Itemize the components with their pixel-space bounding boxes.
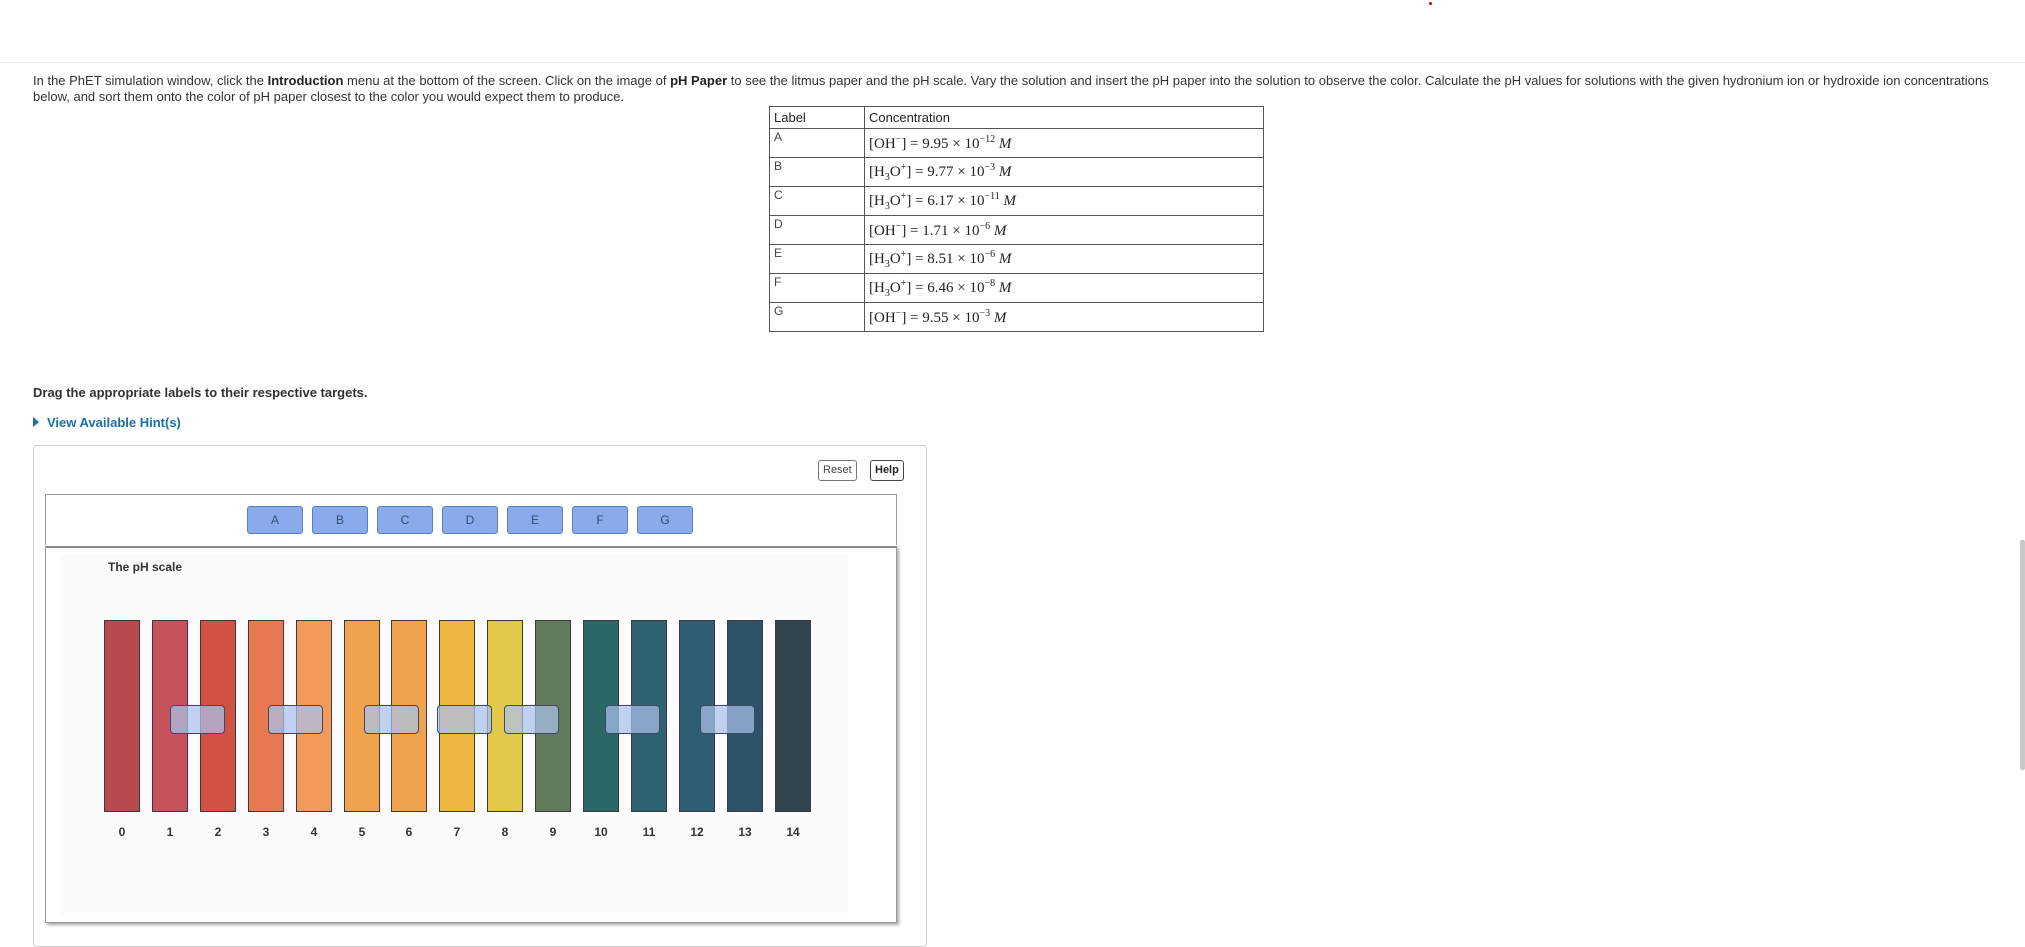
ph-tick-label: 6 (405, 825, 413, 839)
label-chip-e[interactable]: E (507, 506, 563, 534)
caret-right-icon (33, 417, 39, 427)
drop-target[interactable] (605, 705, 660, 734)
table-row: G [OH−] = 9.55 × 10−3 M (769, 302, 1264, 332)
table-row: B [H3O+] = 9.77 × 10−3 M (769, 157, 1264, 187)
ph-tick-label: 13 (738, 825, 752, 839)
label-chip-f[interactable]: F (572, 506, 628, 534)
view-hints-link[interactable]: View Available Hint(s) (33, 415, 181, 430)
label-chip-a[interactable]: A (247, 506, 303, 534)
page-scrollbar[interactable] (2020, 540, 2025, 770)
drop-target[interactable] (700, 705, 755, 734)
drop-target[interactable] (437, 705, 492, 734)
label-chip-d[interactable]: D (442, 506, 498, 534)
concentration-table: Label Concentration A [OH−] = 9.95 × 10−1… (769, 106, 1264, 332)
table-row: E [H3O+] = 8.51 × 10−6 M (769, 244, 1264, 274)
table-header-label: Label (769, 106, 865, 129)
hint-link-label: View Available Hint(s) (47, 415, 181, 430)
row-concentration: [H3O+] = 9.77 × 10−3 M (864, 157, 1264, 187)
reset-button[interactable]: Reset (818, 460, 857, 481)
ph-strip-14 (775, 620, 811, 812)
row-label: A (769, 128, 865, 158)
top-header-bar (0, 0, 2025, 63)
row-label: E (769, 244, 865, 274)
table-row: C [H3O+] = 6.17 × 10−11 M (769, 186, 1264, 216)
table-header-concentration: Concentration (864, 106, 1264, 129)
table-row: D [OH−] = 1.71 × 10−6 M (769, 215, 1264, 245)
ph-tick-label: 12 (690, 825, 704, 839)
status-dot (1429, 2, 1432, 5)
ph-tick-label: 11 (642, 825, 656, 839)
ph-scale-title: The pH scale (108, 560, 183, 574)
help-button[interactable]: Help (870, 460, 904, 481)
row-label: B (769, 157, 865, 187)
row-concentration: [H3O+] = 8.51 × 10−6 M (864, 244, 1264, 274)
row-concentration: [OH−] = 9.55 × 10−3 M (864, 302, 1264, 332)
row-concentration: [H3O+] = 6.46 × 10−8 M (864, 273, 1264, 303)
ph-tick-label: 2 (214, 825, 222, 839)
ph-tick-label: 0 (118, 825, 126, 839)
ph-tick-label: 4 (310, 825, 318, 839)
drop-target[interactable] (364, 705, 419, 734)
drop-target[interactable] (504, 705, 559, 734)
row-label: C (769, 186, 865, 216)
label-chip-c[interactable]: C (377, 506, 433, 534)
ph-tick-label: 5 (358, 825, 366, 839)
row-concentration: [OH−] = 1.71 × 10−6 M (864, 215, 1264, 245)
question-instructions: In the PhET simulation window, click the… (33, 73, 1989, 104)
drag-instructions: Drag the appropriate labels to their res… (33, 385, 368, 400)
drop-target[interactable] (170, 705, 225, 734)
ph-tick-label: 1 (166, 825, 174, 839)
row-label: D (769, 215, 865, 245)
ph-strip-0 (104, 620, 140, 812)
row-label: G (769, 302, 865, 332)
label-chip-g[interactable]: G (637, 506, 693, 534)
ph-tick-label: 8 (501, 825, 509, 839)
drop-target[interactable] (268, 705, 323, 734)
table-row: F [H3O+] = 6.46 × 10−8 M (769, 273, 1264, 303)
ph-tick-label: 7 (453, 825, 461, 839)
ph-tick-label: 14 (786, 825, 800, 839)
row-label: F (769, 273, 865, 303)
label-chip-b[interactable]: B (312, 506, 368, 534)
row-concentration: [H3O+] = 6.17 × 10−11 M (864, 186, 1264, 216)
ph-tick-label: 9 (549, 825, 557, 839)
ph-tick-label: 10 (594, 825, 608, 839)
table-row: A [OH−] = 9.95 × 10−12 M (769, 128, 1264, 158)
row-concentration: [OH−] = 9.95 × 10−12 M (864, 128, 1264, 158)
ph-tick-label: 3 (262, 825, 270, 839)
